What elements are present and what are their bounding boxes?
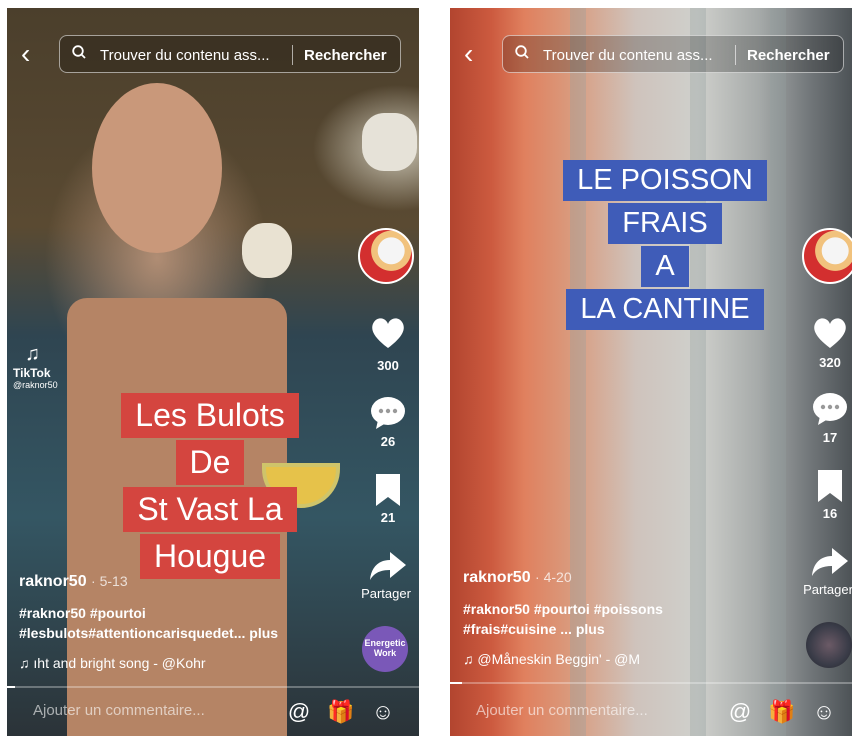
comment-input[interactable]: Ajouter un commentaire...	[476, 702, 648, 719]
search-input[interactable]: Trouver du contenu ass... Rechercher	[502, 35, 844, 73]
share-icon[interactable]	[810, 546, 850, 578]
music-disc-text: Energetic Work	[364, 638, 406, 658]
search-placeholder: Trouver du contenu ass...	[543, 47, 713, 64]
share-icon[interactable]	[368, 550, 408, 582]
caption-line-3: St Vast La	[123, 487, 297, 532]
share-label: Partager	[803, 582, 852, 597]
save-count: 21	[380, 510, 396, 525]
bookmark-icon[interactable]	[368, 472, 408, 508]
caption-line-4: Hougue	[139, 534, 281, 579]
search-icon	[72, 45, 86, 59]
comment-count: 26	[380, 434, 396, 449]
comment-icon[interactable]	[810, 392, 850, 426]
search-divider	[735, 45, 736, 65]
search-button[interactable]: Rechercher	[747, 47, 830, 64]
creator-username[interactable]: raknor50 · 4-20	[463, 569, 572, 587]
emoji-icon[interactable]: ☺	[810, 698, 838, 726]
tiktok-logo-icon: ♫	[25, 343, 40, 365]
like-count: 320	[819, 355, 841, 370]
comment-input[interactable]: Ajouter un commentaire...	[33, 702, 205, 719]
watermark-user: @raknor50	[13, 380, 58, 390]
mention-icon[interactable]: @	[285, 698, 313, 726]
creator-username[interactable]: raknor50 · 5-13	[19, 573, 128, 591]
watermark-brand: TikTok	[13, 366, 51, 380]
video-description[interactable]: #raknor50 #pourtoi #poissons #frais#cuis…	[463, 599, 663, 639]
comment-count: 17	[822, 430, 838, 445]
username-text[interactable]: raknor50	[19, 573, 87, 590]
post-date: · 4-20	[535, 569, 572, 585]
hashtags-line-2-wrap: #lesbulots#attentioncarisquedet... plus	[19, 623, 278, 643]
heart-icon[interactable]	[368, 316, 408, 350]
caption-line-2: De	[175, 440, 245, 485]
video-description[interactable]: #raknor50 #pourtoi #lesbulots#attentionc…	[19, 603, 278, 643]
more-link[interactable]: plus	[249, 625, 278, 641]
hashtags-line-2[interactable]: #lesbulots#attentioncarisquedet...	[19, 625, 245, 641]
share-label: Partager	[361, 586, 411, 601]
back-icon[interactable]: ‹	[464, 40, 488, 68]
caption-line-2: FRAIS	[608, 203, 722, 244]
search-button[interactable]: Rechercher	[304, 47, 387, 64]
search-input[interactable]: Trouver du contenu ass... Rechercher	[59, 35, 401, 73]
emoji-icon[interactable]: ☺	[369, 698, 397, 726]
music-label[interactable]: ♫ @Måneskin Beggin' - @M	[463, 651, 640, 667]
tiktok-watermark: ♫ TikTok @raknor50	[13, 343, 58, 390]
creator-avatar[interactable]	[802, 228, 852, 284]
caption-line-1: LE POISSON	[563, 160, 767, 201]
search-placeholder: Trouver du contenu ass...	[100, 47, 270, 64]
wall-lamp	[362, 113, 417, 171]
hashtags-line-2[interactable]: #frais#cuisine ...	[463, 621, 572, 637]
fish-texture	[690, 8, 706, 736]
hashtags-line-1[interactable]: #raknor50 #pourtoi	[19, 603, 278, 623]
comment-bar: Ajouter un commentaire... @ 🎁 ☺	[7, 688, 419, 736]
music-label[interactable]: ♫ ıht and bright song - @Kohr	[19, 655, 206, 671]
like-count: 300	[377, 358, 399, 373]
more-link[interactable]: plus	[576, 621, 605, 637]
back-icon[interactable]: ‹	[21, 40, 45, 68]
bookmark-icon[interactable]	[810, 468, 850, 504]
creator-avatar[interactable]	[358, 228, 414, 284]
gift-icon[interactable]: 🎁	[768, 698, 796, 726]
progress-bar[interactable]	[450, 682, 852, 684]
comment-bar: Ajouter un commentaire... @ 🎁 ☺	[450, 688, 852, 736]
video-caption: Les Bulots De St Vast La Hougue	[90, 393, 330, 581]
save-count: 16	[822, 506, 838, 521]
heart-icon[interactable]	[810, 316, 850, 350]
hanging-lamp	[242, 223, 292, 278]
video-screen-2[interactable]: ‹ Trouver du contenu ass... Rechercher 3…	[450, 8, 852, 736]
progress-fill	[450, 682, 463, 684]
hashtags-line-2-wrap: #frais#cuisine ... plus	[463, 619, 663, 639]
video-caption: LE POISSON FRAIS A LA CANTINE	[550, 160, 780, 332]
comment-icon[interactable]	[368, 396, 408, 430]
caption-line-1: Les Bulots	[121, 393, 299, 438]
mention-icon[interactable]: @	[726, 698, 754, 726]
search-divider	[292, 45, 293, 65]
caption-line-3: A	[641, 246, 689, 287]
username-text[interactable]: raknor50	[463, 569, 531, 586]
music-disc[interactable]	[806, 622, 852, 668]
caption-line-4: LA CANTINE	[566, 289, 764, 330]
hashtags-line-1[interactable]: #raknor50 #pourtoi #poissons	[463, 599, 663, 619]
person-head	[92, 83, 222, 253]
video-screen-1[interactable]: ‹ Trouver du contenu ass... Rechercher ♫…	[7, 8, 419, 736]
gift-icon[interactable]: 🎁	[327, 698, 355, 726]
post-date: · 5-13	[91, 573, 128, 589]
search-icon	[515, 45, 529, 59]
music-disc[interactable]: Energetic Work	[362, 626, 408, 672]
fish-texture	[770, 8, 786, 736]
